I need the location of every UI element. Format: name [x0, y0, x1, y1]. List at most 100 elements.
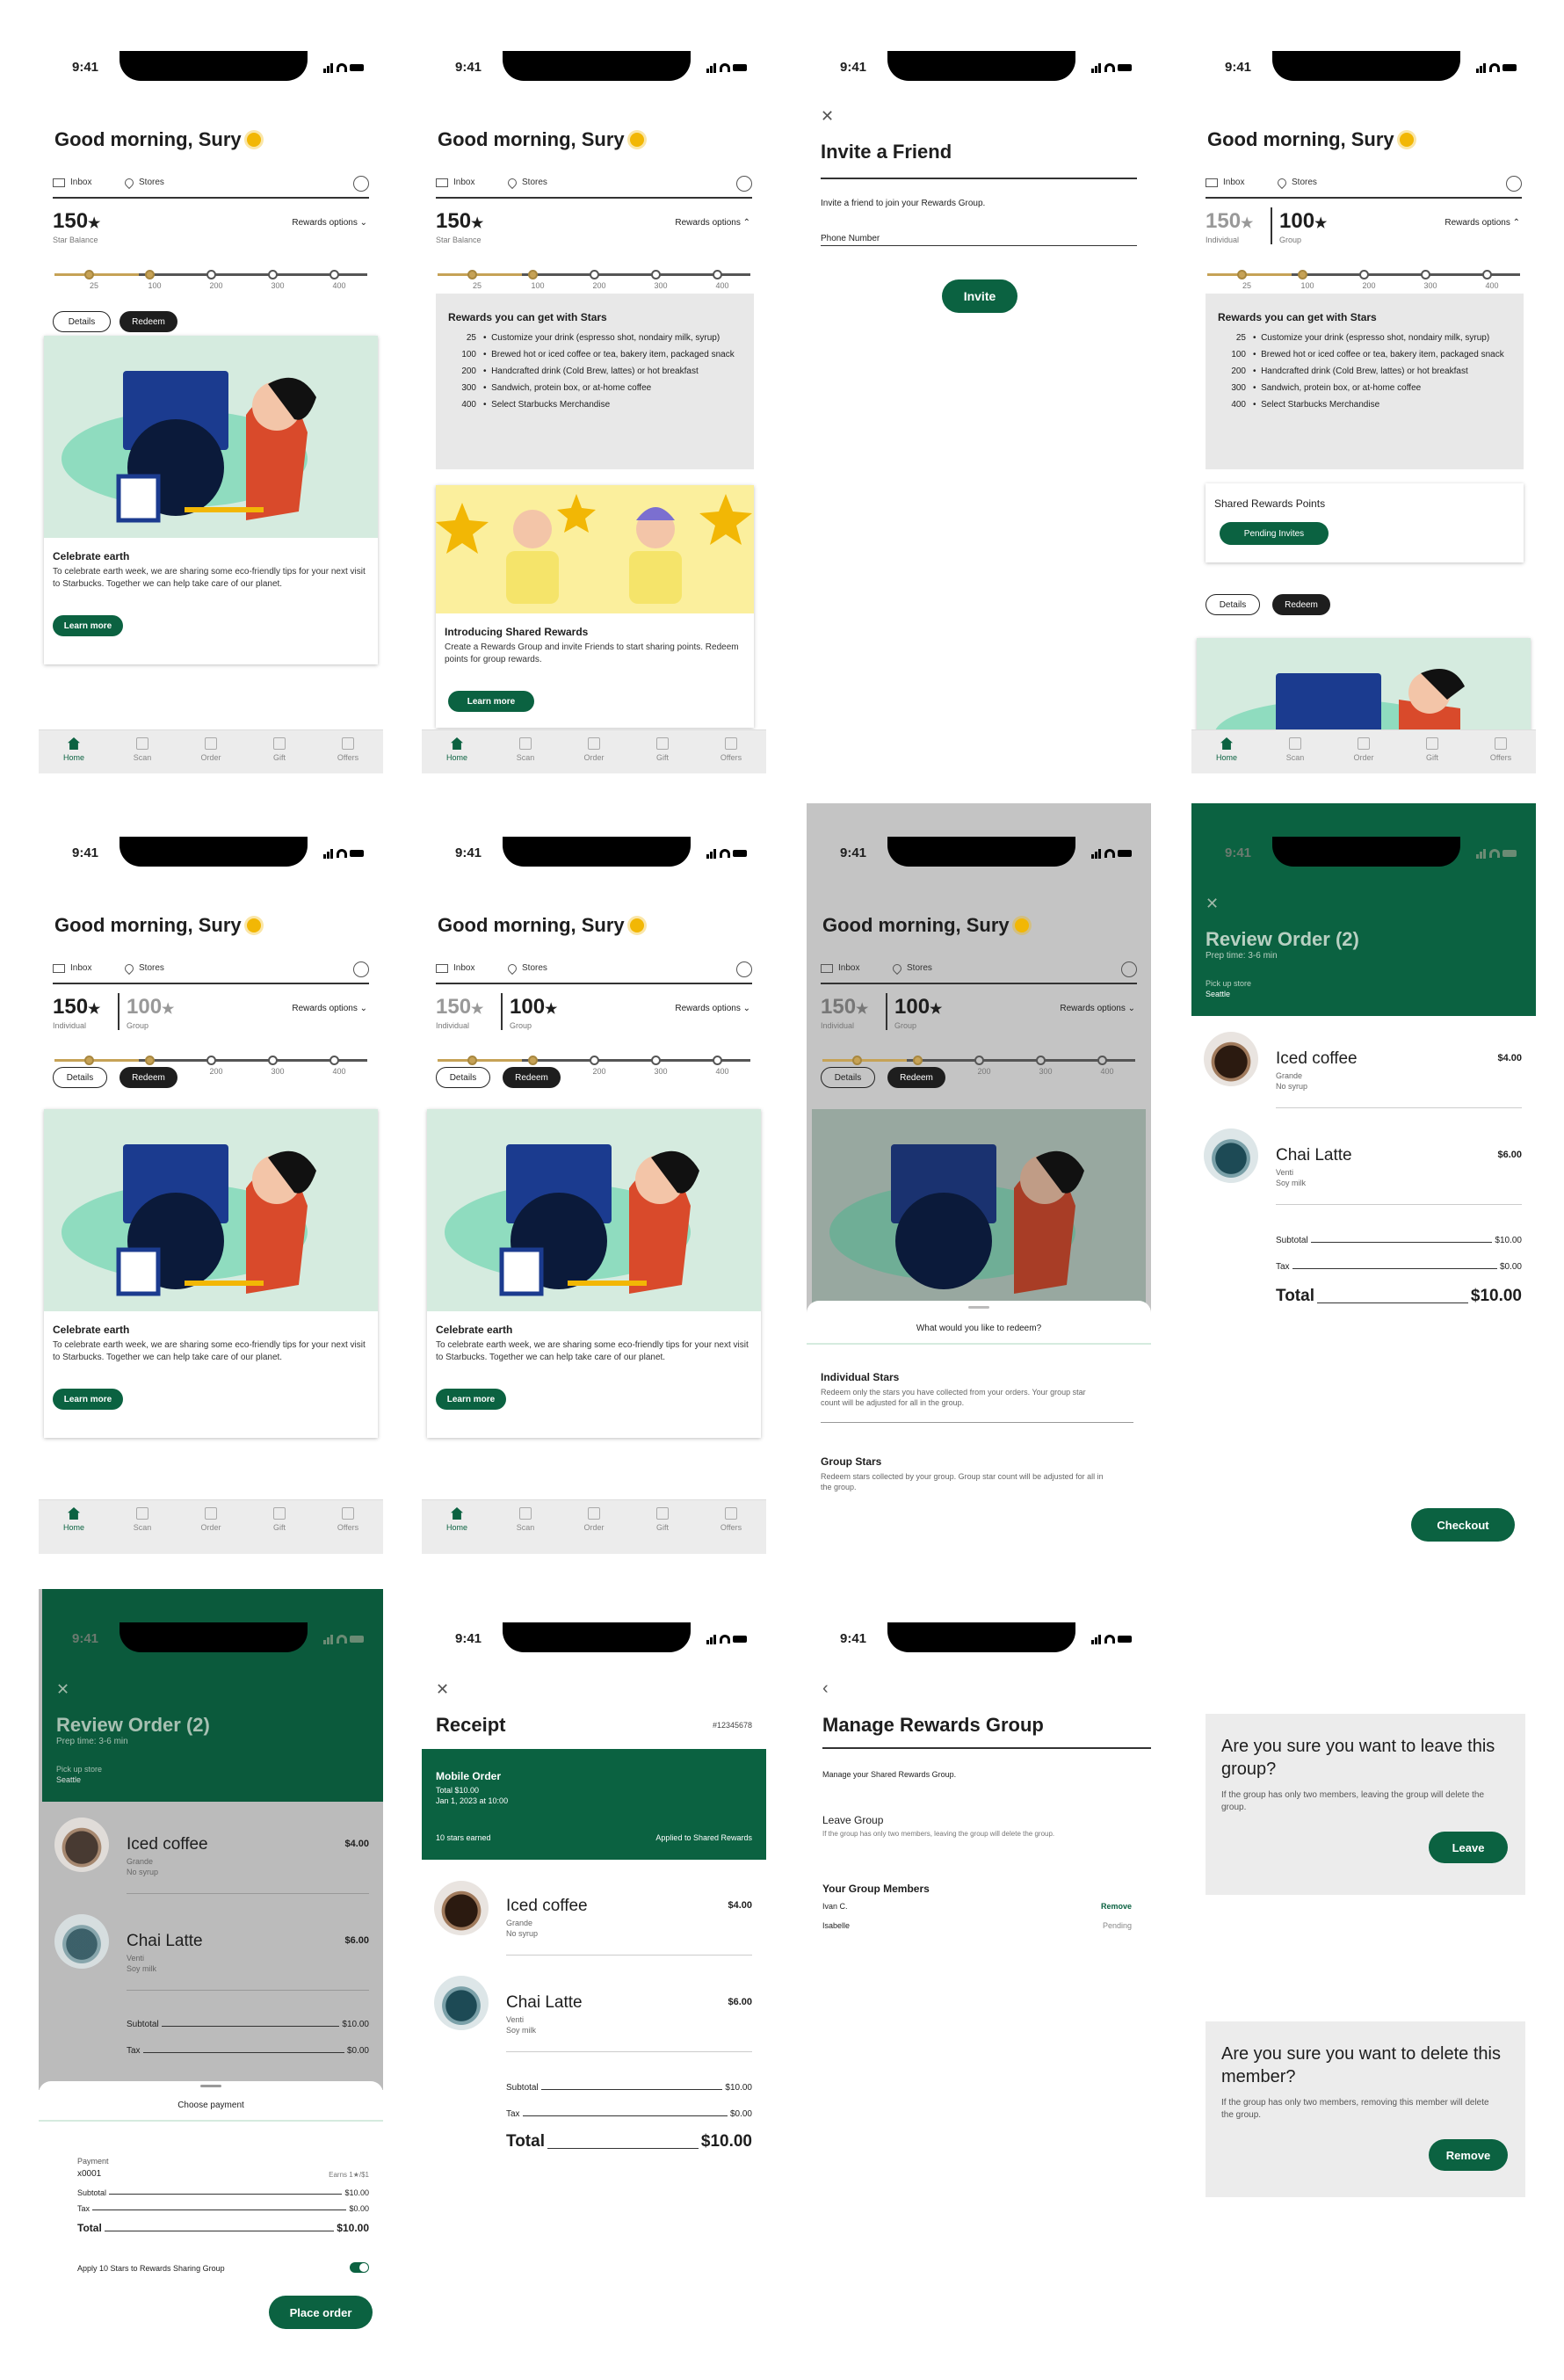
details-button[interactable]: Details: [1206, 594, 1260, 615]
gift-icon: [273, 1507, 286, 1520]
inbox-link[interactable]: Inbox: [53, 178, 91, 187]
tab-offers[interactable]: Offers: [705, 1507, 757, 1532]
tab-scan[interactable]: Scan: [1269, 737, 1321, 762]
stores-link[interactable]: Stores: [1275, 176, 1317, 189]
close-icon[interactable]: ✕: [56, 1680, 69, 1699]
sheet-handle[interactable]: [200, 2085, 221, 2087]
checkout-button[interactable]: Checkout: [1411, 1508, 1515, 1542]
rewards-options-dropdown[interactable]: Rewards options ⌃: [675, 218, 750, 228]
stores-link[interactable]: Stores: [890, 961, 932, 975]
rewards-options-dropdown[interactable]: Rewards options ⌄: [292, 218, 367, 228]
tab-scan[interactable]: Scan: [499, 1507, 552, 1532]
tab-offers[interactable]: Offers: [322, 737, 374, 762]
redeem-button[interactable]: Redeem: [1272, 594, 1330, 615]
learn-more-button[interactable]: Learn more: [53, 615, 123, 636]
details-button[interactable]: Details: [436, 1067, 490, 1088]
place-order-button[interactable]: Place order: [269, 2296, 373, 2329]
inbox-link[interactable]: Inbox: [436, 178, 474, 187]
pickup-store[interactable]: Seattle: [1206, 990, 1230, 998]
tab-gift[interactable]: Gift: [636, 1507, 689, 1532]
inbox-link[interactable]: Inbox: [821, 963, 859, 973]
individual-stars: 150★: [436, 995, 484, 1019]
rewards-options-dropdown[interactable]: Rewards options ⌄: [675, 1004, 750, 1013]
close-icon[interactable]: ✕: [436, 1680, 449, 1699]
redeem-button[interactable]: Redeem: [503, 1067, 561, 1088]
tab-scan[interactable]: Scan: [499, 737, 552, 762]
details-button[interactable]: Details: [53, 311, 111, 332]
remove-member-button[interactable]: Remove: [1101, 1902, 1132, 1911]
profile-icon[interactable]: [353, 961, 369, 977]
profile-icon[interactable]: [1506, 176, 1522, 192]
profile-icon[interactable]: [353, 176, 369, 192]
invite-button[interactable]: Invite: [942, 279, 1017, 313]
stores-link[interactable]: Stores: [505, 176, 547, 189]
learn-more-button[interactable]: Learn more: [53, 1389, 123, 1410]
phone-number-field[interactable]: Phone Number: [821, 234, 1137, 246]
stores-link[interactable]: Stores: [122, 176, 164, 189]
screen-invite: 9:41 ✕ Invite a Friend Invite a friend t…: [807, 18, 1151, 773]
inbox-link[interactable]: Inbox: [1206, 178, 1244, 187]
tab-gift[interactable]: Gift: [1406, 737, 1459, 762]
tab-gift[interactable]: Gift: [253, 1507, 306, 1532]
tab-gift[interactable]: Gift: [636, 737, 689, 762]
home-icon: [451, 1507, 463, 1520]
stores-link[interactable]: Stores: [122, 961, 164, 975]
apply-stars-label: Apply 10 Stars to Rewards Sharing Group: [77, 2264, 225, 2273]
tab-home[interactable]: Home: [47, 1507, 100, 1532]
close-icon[interactable]: ✕: [821, 107, 834, 126]
tab-gift[interactable]: Gift: [253, 737, 306, 762]
sheet-handle[interactable]: [968, 1306, 989, 1309]
redeem-button[interactable]: Redeem: [119, 311, 177, 332]
inbox-link[interactable]: Inbox: [436, 963, 474, 973]
profile-icon[interactable]: [736, 961, 752, 977]
status-time: 9:41: [455, 60, 482, 75]
rewards-options-dropdown[interactable]: Rewards options ⌄: [292, 1004, 367, 1013]
notch: [119, 51, 308, 81]
greeting: Good morning, Sury: [1207, 128, 1414, 151]
tab-home[interactable]: Home: [431, 1507, 483, 1532]
scan-icon: [136, 1507, 148, 1520]
remove-button[interactable]: Remove: [1429, 2139, 1508, 2171]
leave-button[interactable]: Leave: [1429, 1832, 1508, 1863]
inbox-link[interactable]: Inbox: [53, 963, 91, 973]
individual-stars-option[interactable]: Individual Stars: [821, 1371, 899, 1383]
redeem-button[interactable]: Redeem: [887, 1067, 945, 1088]
tab-order[interactable]: Order: [568, 737, 620, 762]
tab-home[interactable]: Home: [431, 737, 483, 762]
tab-scan[interactable]: Scan: [116, 737, 169, 762]
learn-more-button[interactable]: Learn more: [448, 691, 534, 712]
tab-offers[interactable]: Offers: [322, 1507, 374, 1532]
redeem-button[interactable]: Redeem: [119, 1067, 177, 1088]
status-time: 9:41: [72, 845, 99, 860]
profile-icon[interactable]: [1121, 961, 1137, 977]
tab-offers[interactable]: Offers: [1474, 737, 1527, 762]
tab-scan[interactable]: Scan: [116, 1507, 169, 1532]
tab-home[interactable]: Home: [1200, 737, 1253, 762]
apply-stars-toggle[interactable]: [350, 2262, 369, 2273]
group-stars-option[interactable]: Group Stars: [821, 1455, 881, 1468]
tab-order[interactable]: Order: [1337, 737, 1390, 762]
learn-more-button[interactable]: Learn more: [436, 1389, 506, 1410]
greeting: Good morning, Sury: [822, 914, 1029, 937]
leave-group-link[interactable]: Leave Group: [822, 1814, 883, 1826]
rewards-options-dropdown[interactable]: Rewards options ⌄: [1060, 1004, 1135, 1013]
rewards-options-dropdown[interactable]: Rewards options ⌃: [1445, 218, 1520, 228]
stores-link[interactable]: Stores: [505, 961, 547, 975]
tab-order[interactable]: Order: [185, 737, 237, 762]
tab-home[interactable]: Home: [47, 737, 100, 762]
back-chevron-icon[interactable]: ‹: [822, 1679, 829, 1699]
payment-card[interactable]: x0001: [77, 2169, 101, 2179]
details-button[interactable]: Details: [821, 1067, 875, 1088]
pending-invites-button[interactable]: Pending Invites: [1220, 522, 1329, 545]
rewards-title: Rewards you can get with Stars: [1218, 311, 1377, 323]
star-progress: 25100200300400: [54, 269, 367, 290]
close-icon[interactable]: ✕: [1206, 895, 1219, 913]
details-button[interactable]: Details: [53, 1067, 107, 1088]
tab-offers[interactable]: Offers: [705, 737, 757, 762]
rewards-list: Rewards you can get with Stars 25 • Custo…: [436, 294, 754, 469]
profile-icon[interactable]: [736, 176, 752, 192]
tab-order[interactable]: Order: [185, 1507, 237, 1532]
tab-order[interactable]: Order: [568, 1507, 620, 1532]
scan-icon: [519, 1507, 532, 1520]
tab-bar: Home Scan Order Gift Offers: [39, 729, 383, 773]
